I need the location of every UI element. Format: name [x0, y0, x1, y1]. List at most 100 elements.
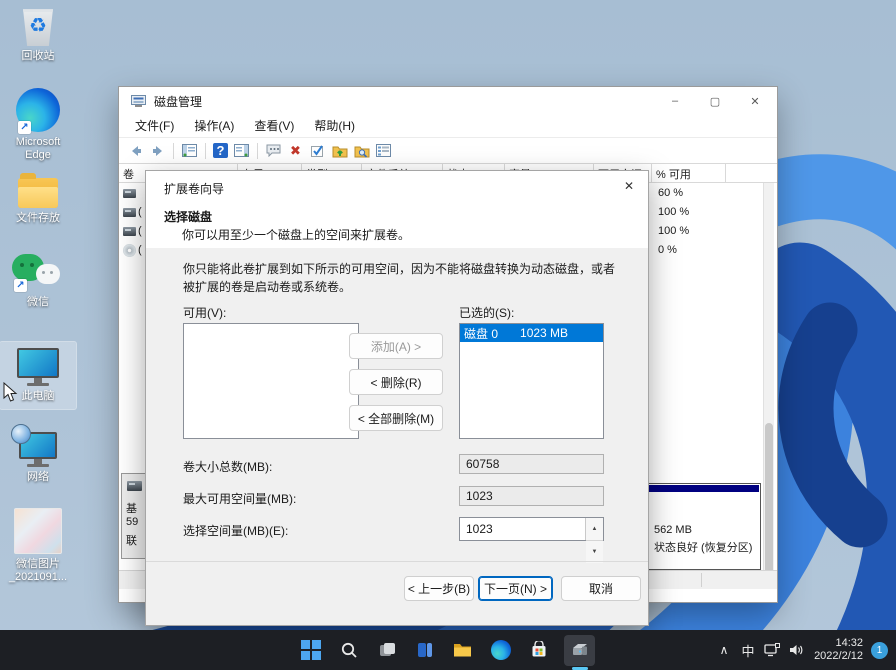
clock[interactable]: 14:32 2022/2/12 [814, 637, 863, 663]
details-icon[interactable] [375, 142, 392, 159]
properties-icon[interactable] [265, 142, 282, 159]
file-explorer-button[interactable] [450, 638, 475, 663]
menu-help[interactable]: 帮助(H) [304, 116, 365, 136]
volume-row-text: ( [138, 206, 142, 218]
selected-disk-item[interactable]: 磁盘 0 1023 MB [460, 324, 603, 342]
max-space-field: 1023 [459, 486, 604, 506]
dialog-subheading: 你可以用至少一个磁盘上的空间来扩展卷。 [182, 226, 410, 243]
check-icon[interactable] [309, 142, 326, 159]
disk0-status: 联 [126, 532, 137, 548]
menu-file[interactable]: 文件(F) [125, 116, 184, 136]
window-controls: – ▢ ✕ [655, 87, 775, 115]
toolbar: ? ✖ [119, 137, 777, 164]
notification-badge[interactable]: 1 [871, 642, 888, 659]
desktop-icon-label: 回收站 [22, 50, 55, 63]
choose-space-value: 1023 [466, 522, 493, 536]
choose-space-label: 选择空间量(MB)(E): [183, 522, 288, 539]
column-filler [726, 164, 777, 182]
volume-row-text: ( [138, 225, 142, 237]
dialog-body: 你只能将此卷扩展到如下所示的可用空间，因为不能将磁盘转换为动态磁盘，或者被扩展的… [146, 248, 648, 625]
console-tree-icon[interactable] [181, 142, 198, 159]
wechat-bubble-small-icon [36, 264, 60, 284]
search-button[interactable] [336, 638, 361, 663]
ime-indicator[interactable]: 中 [736, 641, 760, 660]
shortcut-arrow-icon: ↗ [18, 121, 31, 134]
widgets-button[interactable] [412, 638, 437, 663]
this-pc-icon [17, 348, 59, 386]
dialog-close-icon[interactable]: ✕ [624, 179, 634, 193]
extend-volume-wizard-dialog: 扩展卷向导 ✕ 选择磁盘 你可以用至少一个磁盘上的空间来扩展卷。 你只能将此卷扩… [145, 170, 649, 626]
desktop-icon-wechat[interactable]: ↗ 微信 [0, 252, 76, 309]
tray-time: 14:32 [814, 637, 863, 650]
toolbar-separator [173, 143, 174, 159]
edge-icon [491, 640, 511, 660]
minimize-button[interactable]: – [655, 87, 695, 115]
help-icon[interactable]: ? [213, 143, 228, 158]
scrollbar-thumb[interactable] [765, 423, 773, 589]
spinner-down-button[interactable]: ▼ [586, 541, 603, 563]
window-titlebar[interactable]: 磁盘管理 – ▢ ✕ [119, 87, 777, 115]
disk-management-taskbar-button[interactable] [564, 635, 595, 666]
store-button[interactable] [526, 638, 551, 663]
next-button[interactable]: 下一页(N) > [478, 576, 553, 601]
vertical-scrollbar[interactable] [763, 183, 774, 570]
volume-row-text: ( [138, 244, 142, 256]
windows-logo-icon [301, 640, 321, 660]
menu-action[interactable]: 操作(A) [184, 116, 244, 136]
recovery-partition-block[interactable]: 562 MB 状态良好 (恢复分区) [639, 483, 761, 570]
network-icon[interactable] [760, 643, 784, 657]
task-view-button[interactable] [374, 638, 399, 663]
monitor-icon [17, 348, 59, 378]
start-button[interactable] [298, 638, 323, 663]
remove-button[interactable]: < 删除(R) [349, 369, 443, 395]
recycle-bin-icon: ♻ [21, 6, 55, 46]
search-folder-icon[interactable] [353, 142, 370, 159]
disk0-type: 基 [126, 500, 137, 516]
remove-all-button[interactable]: < 全部删除(M) [349, 405, 443, 431]
desktop-icon-label: Microsoft [16, 136, 61, 149]
recycle-glyph-icon: ♻ [29, 16, 47, 36]
percent-free-value: 0 % [658, 244, 677, 256]
delete-icon[interactable]: ✖ [287, 142, 304, 159]
desktop-icon-wechat-image[interactable]: 微信图片 _2021091... [0, 508, 76, 584]
back-icon[interactable] [127, 142, 144, 159]
add-button[interactable]: 添加(A) > [349, 333, 443, 359]
available-listbox[interactable] [183, 323, 359, 439]
desktop-icon-recycle-bin[interactable]: ♻ 回收站 [0, 6, 76, 63]
maximize-button[interactable]: ▢ [695, 87, 735, 115]
max-space-label: 最大可用空间量(MB): [183, 490, 296, 507]
dialog-title: 扩展卷向导 [164, 180, 224, 197]
disk-management-icon [570, 642, 590, 658]
desktop-icon-network[interactable]: 网络 [0, 424, 76, 484]
volume-icon [123, 189, 136, 198]
partition-size: 562 MB [654, 524, 692, 536]
column-percent-free[interactable]: % 可用 [652, 164, 726, 182]
taskbar: ∧ 中 14:32 2022/2/12 1 [0, 630, 896, 670]
selected-listbox[interactable]: 磁盘 0 1023 MB [459, 323, 604, 439]
forward-icon[interactable] [149, 142, 166, 159]
partition-color-bar [641, 485, 759, 492]
edge-button[interactable] [488, 638, 513, 663]
globe-icon [11, 424, 31, 444]
cancel-button[interactable]: 取消 [561, 576, 641, 601]
menu-view[interactable]: 查看(V) [244, 116, 304, 136]
menu-bar: 文件(F) 操作(A) 查看(V) 帮助(H) [119, 115, 777, 137]
status-bar-divider [701, 573, 702, 587]
close-button[interactable]: ✕ [735, 87, 775, 115]
image-thumbnail [14, 508, 62, 554]
spinner: ▲ ▼ [585, 518, 603, 540]
spinner-up-button[interactable]: ▲ [586, 518, 603, 541]
tray-chevron-up-icon[interactable]: ∧ [712, 643, 736, 657]
choose-space-input[interactable]: 1023 ▲ ▼ [459, 517, 604, 541]
action-pane-icon[interactable] [233, 142, 250, 159]
volume-icon [123, 227, 136, 236]
back-button[interactable]: < 上一步(B) [404, 576, 474, 601]
desktop: ♻ 回收站 ↗ Microsoft Edge 文件存放 ↗ 微信 此电脑 [0, 0, 896, 670]
shortcut-arrow-icon: ↗ [14, 279, 27, 292]
desktop-icon-edge[interactable]: ↗ Microsoft Edge [0, 88, 76, 162]
desktop-icon-folder[interactable]: 文件存放 [0, 172, 76, 225]
window-title: 磁盘管理 [154, 93, 202, 110]
upload-folder-icon[interactable] [331, 142, 348, 159]
volume-icon[interactable] [784, 643, 808, 657]
monitor-base [27, 383, 49, 386]
